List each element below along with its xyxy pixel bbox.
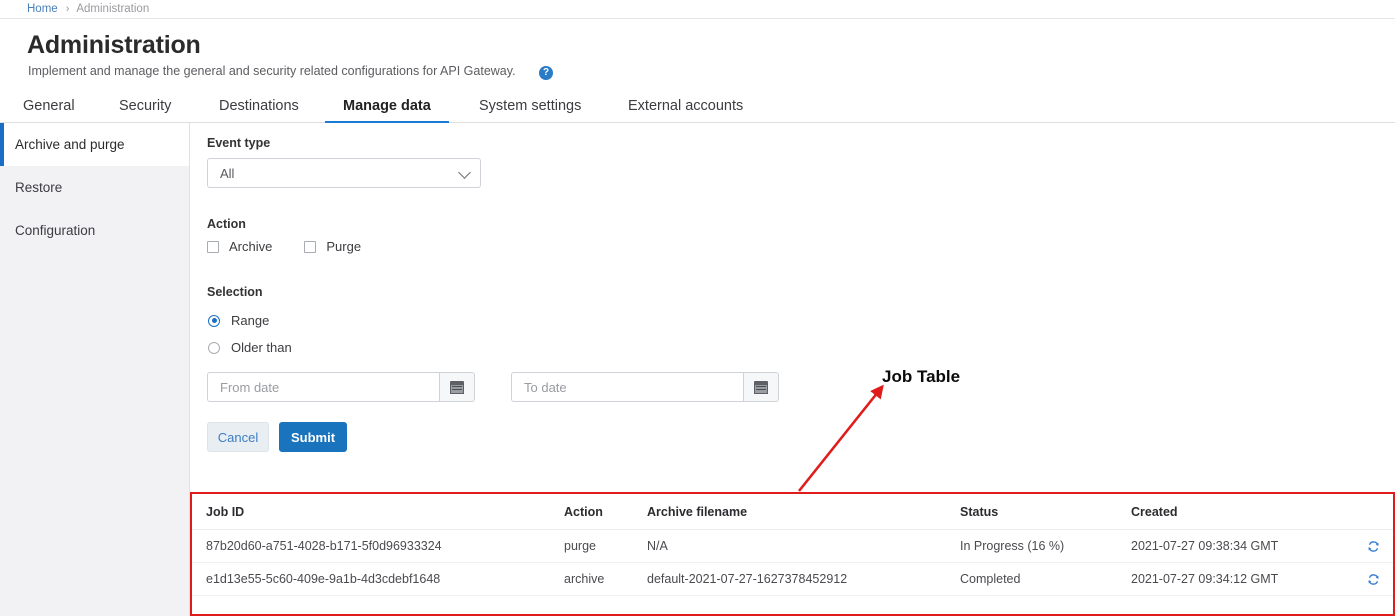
- tab-system-settings[interactable]: System settings: [477, 88, 583, 123]
- checkbox-archive-label: Archive: [229, 239, 273, 254]
- event-type-value: All: [220, 165, 235, 181]
- from-date-group: From date: [207, 372, 475, 402]
- from-date-calendar-button[interactable]: [439, 372, 475, 402]
- column-header-job-id[interactable]: Job ID: [206, 494, 244, 529]
- tab-general[interactable]: General: [21, 88, 77, 123]
- table-row[interactable]: e1d13e55-5c60-409e-9a1b-4d3cdebf1648 arc…: [192, 563, 1393, 596]
- row-refresh-button[interactable]: [1367, 530, 1380, 562]
- radio-older-than-row: Older than: [208, 340, 292, 355]
- breadcrumb-current: Administration: [76, 3, 150, 15]
- to-date-input[interactable]: To date: [511, 372, 743, 402]
- sidebar-item-archive-and-purge[interactable]: Archive and purge: [0, 123, 189, 166]
- submit-button[interactable]: Submit: [279, 422, 347, 452]
- calendar-icon: [450, 380, 464, 394]
- event-type-select[interactable]: All: [207, 158, 481, 188]
- table-row[interactable]: 87b20d60-a751-4028-b171-5f0d96933324 pur…: [192, 530, 1393, 563]
- checkbox-purge-label: Purge: [326, 239, 362, 254]
- tab-manage-data[interactable]: Manage data: [325, 88, 449, 124]
- column-header-created[interactable]: Created: [1131, 494, 1178, 529]
- row-refresh-button[interactable]: [1367, 563, 1380, 595]
- page-subtitle: Implement and manage the general and sec…: [28, 64, 516, 78]
- sidebar-item-label: Archive and purge: [15, 137, 125, 152]
- refresh-icon: [1368, 540, 1379, 552]
- tab-bar: General Security Destinations Manage dat…: [0, 88, 1395, 124]
- table-header-row: Job ID Action Archive filename Status Cr…: [192, 494, 1393, 530]
- action-label: Action: [207, 217, 246, 231]
- sidebar: Archive and purge Restore Configuration: [0, 123, 190, 616]
- cell-action: purge: [564, 539, 596, 553]
- help-circle-icon[interactable]: ?: [539, 66, 553, 80]
- sidebar-item-label: Configuration: [15, 223, 96, 238]
- cell-created: 2021-07-27 09:34:12 GMT: [1131, 572, 1279, 586]
- chevron-down-icon: [458, 166, 471, 179]
- tab-external-accounts[interactable]: External accounts: [626, 88, 745, 123]
- event-type-label: Event type: [207, 136, 271, 150]
- job-table: Job ID Action Archive filename Status Cr…: [192, 494, 1393, 614]
- to-date-group: To date: [511, 372, 779, 402]
- action-checkbox-group: Archive Purge: [207, 239, 393, 254]
- cell-job-id: 87b20d60-a751-4028-b171-5f0d96933324: [206, 539, 442, 553]
- cell-status: In Progress (16 %): [960, 539, 1065, 553]
- page-title: Administration: [27, 31, 201, 59]
- sidebar-item-configuration[interactable]: Configuration: [0, 209, 189, 252]
- breadcrumb-separator-icon: ›: [65, 3, 70, 15]
- checkbox-archive[interactable]: [207, 240, 219, 253]
- sidebar-item-restore[interactable]: Restore: [0, 166, 189, 209]
- from-date-input[interactable]: From date: [207, 372, 439, 402]
- breadcrumb-home-link[interactable]: Home: [27, 3, 58, 15]
- column-header-status[interactable]: Status: [960, 494, 998, 529]
- cell-filename: default-2021-07-27-1627378452912: [647, 572, 848, 586]
- tab-security[interactable]: Security: [117, 88, 173, 123]
- archive-purge-form: Event type All Action Archive Purge Sele…: [191, 123, 1395, 493]
- sidebar-item-label: Restore: [15, 180, 63, 195]
- annotation-label: Job Table: [882, 367, 961, 386]
- refresh-icon: [1368, 573, 1379, 585]
- column-header-filename[interactable]: Archive filename: [647, 494, 747, 529]
- cell-filename: N/A: [647, 539, 668, 553]
- administration-page: Home › Administration Administration Imp…: [0, 0, 1395, 616]
- cell-job-id: e1d13e55-5c60-409e-9a1b-4d3cdebf1648: [206, 572, 441, 586]
- calendar-icon: [754, 380, 768, 394]
- tab-destinations[interactable]: Destinations: [217, 88, 301, 123]
- column-header-action[interactable]: Action: [564, 494, 603, 529]
- radio-older-than-label: Older than: [231, 340, 292, 355]
- page-header: Administration Implement and manage the …: [0, 19, 1395, 87]
- cell-created: 2021-07-27 09:38:34 GMT: [1131, 539, 1279, 553]
- checkbox-purge[interactable]: [304, 240, 317, 253]
- cancel-button[interactable]: Cancel: [207, 422, 269, 452]
- job-table-highlight: Job ID Action Archive filename Status Cr…: [190, 492, 1395, 616]
- radio-range-label: Range: [231, 313, 270, 328]
- radio-range-row: Range: [208, 313, 269, 328]
- to-date-calendar-button[interactable]: [743, 372, 779, 402]
- radio-range[interactable]: [208, 314, 220, 327]
- cell-status: Completed: [960, 572, 1021, 586]
- breadcrumb: Home › Administration: [0, 0, 1395, 19]
- radio-older-than[interactable]: [208, 341, 220, 354]
- selection-label: Selection: [207, 285, 263, 299]
- cell-action: archive: [564, 572, 605, 586]
